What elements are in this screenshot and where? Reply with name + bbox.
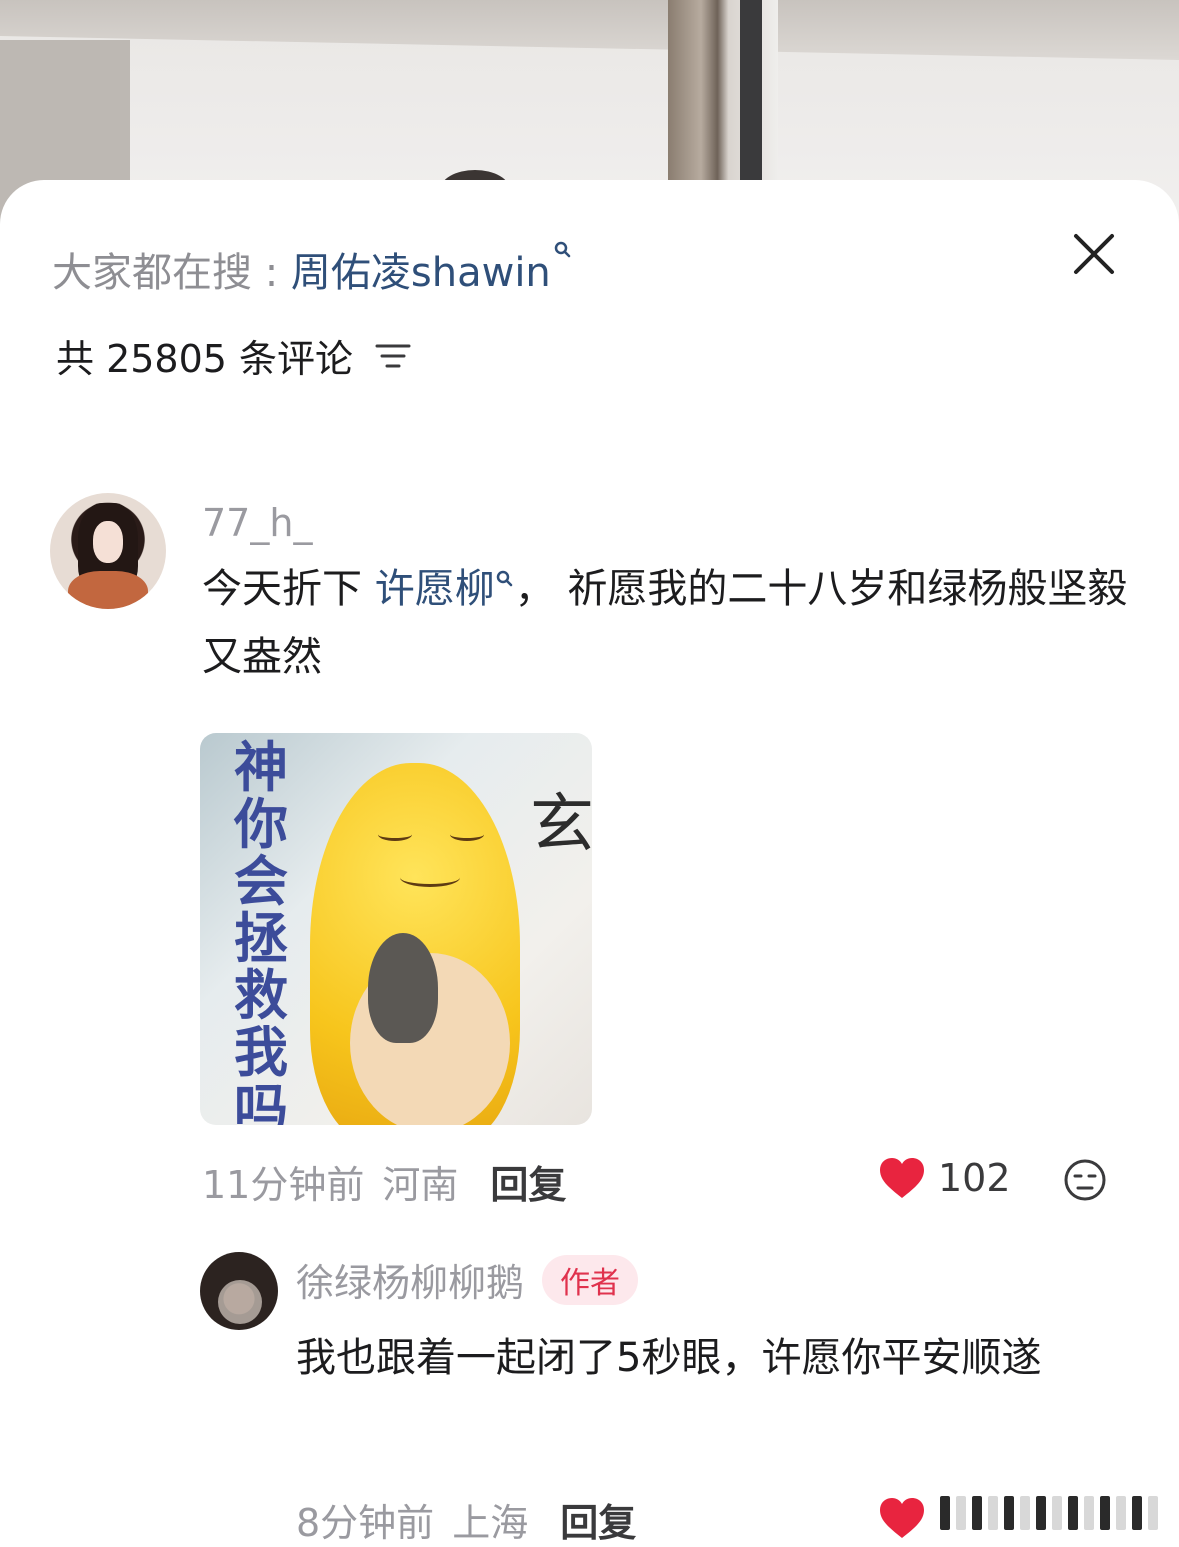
reply-time: 8分钟前 [296, 1501, 435, 1545]
reply-text: 我也跟着一起闭了5秒眼，许愿你平安顺遂 [296, 1335, 1042, 1381]
comment-region: 河南 [382, 1163, 459, 1207]
close-button[interactable] [1066, 226, 1122, 282]
heart-icon [880, 1158, 924, 1198]
comment-count: 共 25805 条评论 [56, 337, 354, 381]
sticker-char: 你 [234, 792, 288, 856]
like-count: 102 [938, 1156, 1011, 1200]
trending-search-hint[interactable]: 大家都在搜 : 周佑凌shawin [52, 240, 573, 298]
heart-icon [880, 1498, 924, 1538]
sticker-char: 救 [234, 963, 288, 1027]
reply-region: 上海 [452, 1501, 529, 1545]
emoji-reaction-icon[interactable] [1063, 1158, 1107, 1202]
comment-username[interactable]: 77_h_ [202, 501, 312, 545]
search-prefix: 大家都在搜 : [52, 250, 291, 296]
sticker-char: 吗 [234, 1077, 288, 1126]
comment-meta: 11分钟前 河南 回复 [202, 1154, 566, 1209]
reply-meta: 8分钟前 上海 回复 [296, 1492, 636, 1547]
sticker-caption: 神 你 会 拯 救 我 吗 [206, 735, 316, 1126]
sticker-char: 我 [234, 1020, 288, 1084]
reply-username[interactable]: 徐绿杨柳柳鹅 [296, 1252, 524, 1307]
sticker-char: 神 [234, 735, 288, 799]
sticker-char: 会 [234, 849, 288, 913]
watermark-logo [940, 1490, 1170, 1536]
comments-sheet: 大家都在搜 : 周佑凌shawin 共 25805 条评论 77_h_ 今天折下… [0, 180, 1179, 1545]
close-icon [1074, 234, 1114, 274]
avatar[interactable] [50, 493, 166, 609]
reply-button[interactable]: 回复 [490, 1154, 566, 1209]
avatar[interactable] [200, 1252, 278, 1330]
sticker-image[interactable]: 玄 神 你 会 拯 救 我 吗 [200, 733, 592, 1125]
reply-like-button[interactable] [878, 1496, 926, 1540]
author-badge: 作者 [542, 1254, 639, 1305]
comment-text-part: 今天折下 [202, 566, 375, 612]
topic-link[interactable]: 许愿柳 [375, 566, 495, 612]
search-term-link[interactable]: 周佑凌shawin [291, 250, 551, 296]
search-icon [554, 241, 571, 258]
reply-button[interactable]: 回复 [560, 1492, 636, 1547]
sort-filter-icon[interactable] [375, 341, 411, 371]
comment-time: 11分钟前 [202, 1163, 365, 1207]
search-icon [496, 570, 512, 587]
like-button[interactable]: 102 [878, 1156, 1011, 1200]
reply-username-row: 徐绿杨柳柳鹅 作者 [296, 1252, 639, 1307]
sticker-char: 拯 [234, 906, 288, 970]
comment-text: 今天折下 许愿柳， 祈愿我的二十八岁和绿杨般坚毅又盎然 [202, 555, 1132, 691]
comment-count-row: 共 25805 条评论 [56, 328, 411, 383]
